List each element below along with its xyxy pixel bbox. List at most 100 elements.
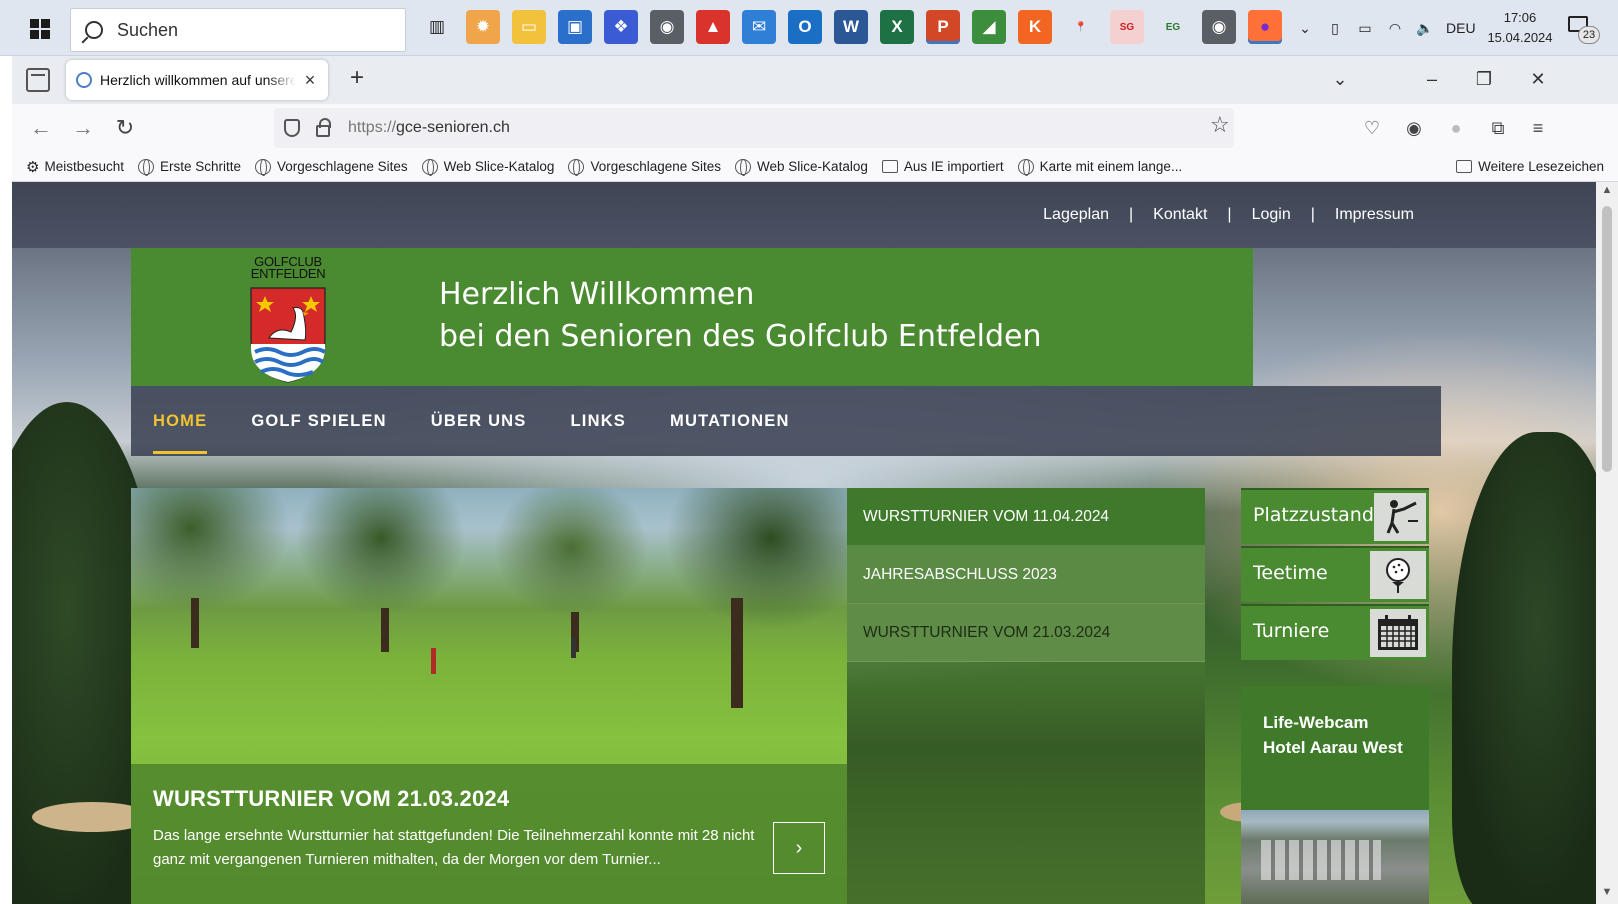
- bookmark-item[interactable]: ⚙ Meistbesucht: [26, 158, 124, 176]
- word-icon[interactable]: W: [834, 10, 868, 44]
- bookmark-label: Vorgeschlagene Sites: [277, 159, 408, 174]
- mail-icon[interactable]: ✉: [742, 10, 776, 44]
- scroll-down-icon[interactable]: ▼: [1600, 886, 1614, 898]
- tab-title: Herzlich willkommen auf unserer Webseite: [100, 72, 296, 88]
- k-app-icon[interactable]: K: [1018, 10, 1052, 44]
- reload-icon[interactable]: ↻: [110, 114, 140, 144]
- taskbar-search-placeholder: Suchen: [117, 19, 179, 40]
- folder-icon: [881, 160, 898, 173]
- webcam-title: Life-Webcam Hotel Aarau West: [1263, 713, 1403, 757]
- news-item[interactable]: WURSTTURNIER VOM 21.03.2024: [847, 604, 1205, 662]
- webcam-box[interactable]: Life-Webcam Hotel Aarau West: [1241, 686, 1429, 904]
- outlook-icon[interactable]: O: [788, 10, 822, 44]
- slider-next-button[interactable]: ›: [773, 822, 825, 874]
- bookmark-item[interactable]: Vorgeschlagene Sites: [568, 158, 721, 176]
- webcam-image[interactable]: [1241, 810, 1429, 904]
- camera-app-icon[interactable]: ◉: [650, 10, 684, 44]
- quick-link-turniere[interactable]: Turniere: [1241, 604, 1429, 660]
- speaker-icon[interactable]: 🔈: [1416, 20, 1434, 36]
- bookmark-item[interactable]: Aus IE importiert: [881, 159, 1004, 174]
- back-arrow-icon[interactable]: ←: [26, 114, 56, 144]
- triangle-app-icon[interactable]: ▲: [696, 10, 730, 44]
- bookmark-star-icon[interactable]: ☆: [1210, 112, 1230, 138]
- wifi-icon[interactable]: ◠: [1386, 20, 1404, 36]
- language-indicator[interactable]: DEU: [1446, 20, 1476, 36]
- top-links: Lageplan | Kontakt | Login | Impressum: [1043, 206, 1414, 224]
- google-maps-icon[interactable]: 📍: [1064, 10, 1098, 44]
- extensions-icon[interactable]: ⧉: [1486, 116, 1510, 140]
- lock-icon[interactable]: [316, 118, 331, 137]
- top-link-kontakt[interactable]: Kontakt: [1153, 206, 1207, 224]
- menu-icon[interactable]: ≡: [1526, 116, 1550, 140]
- nav-ueber-uns[interactable]: ÜBER UNS: [431, 386, 527, 456]
- site-header-banner: GOLFCLUB ENTFELDEN Herzlich Willkommen b…: [131, 248, 1253, 386]
- news-item[interactable]: WURSTTURNIER VOM 11.04.2024: [847, 488, 1205, 546]
- start-button[interactable]: [20, 12, 60, 46]
- bookmark-item[interactable]: Web Slice-Katalog: [421, 158, 554, 176]
- taskbar-search[interactable]: Suchen: [70, 8, 406, 52]
- top-link-lageplan[interactable]: Lageplan: [1043, 206, 1109, 224]
- other-bookmarks[interactable]: Weitere Lesezeichen: [1456, 159, 1604, 174]
- page-scrollbar[interactable]: ▲ ▼: [1596, 182, 1618, 904]
- bookmark-label: Erste Schritte: [160, 159, 242, 174]
- windows-logo-icon: [30, 19, 50, 39]
- scrollbar-thumb[interactable]: [1602, 206, 1612, 472]
- news-slider: WURSTTURNIER VOM 21.03.2024 Das lange er…: [131, 488, 847, 904]
- tab-overview-icon[interactable]: [26, 68, 50, 92]
- address-bar[interactable]: https://gce-senioren.ch: [274, 108, 1234, 148]
- extension-circle-icon[interactable]: ●: [1444, 116, 1468, 140]
- slider-title[interactable]: WURSTTURNIER VOM 21.03.2024: [153, 786, 509, 812]
- close-tab-icon[interactable]: ×: [302, 70, 318, 91]
- clock-date: 15.04.2024: [1487, 30, 1553, 45]
- bookmark-item[interactable]: Karte mit einem lange...: [1017, 158, 1182, 176]
- file-explorer-icon[interactable]: ▭: [512, 10, 546, 44]
- bookmark-label: Meistbesucht: [44, 159, 124, 174]
- list-all-tabs-icon[interactable]: ⌄: [1320, 64, 1360, 94]
- device-icon[interactable]: ▯: [1326, 20, 1344, 36]
- bookmark-item[interactable]: Web Slice-Katalog: [735, 158, 868, 176]
- bookmarks-toolbar: ⚙ Meistbesucht Erste Schritte Vorgeschlagen…: [12, 152, 1618, 182]
- photos-icon[interactable]: ✹: [466, 10, 500, 44]
- taskbar-clock[interactable]: 17:06 15.04.2024: [1478, 8, 1562, 48]
- tracking-shield-icon[interactable]: [284, 119, 300, 137]
- notification-center-button[interactable]: 23: [1568, 16, 1600, 44]
- camera-app-2-icon[interactable]: ◉: [1202, 10, 1236, 44]
- close-window-button[interactable]: ✕: [1518, 64, 1558, 94]
- quick-link-platzzustand[interactable]: Platzzustand: [1241, 488, 1429, 544]
- new-tab-button[interactable]: +: [342, 64, 372, 94]
- background-tree-right: [1452, 432, 1596, 904]
- nav-golf-spielen[interactable]: GOLF SPIELEN: [251, 386, 386, 456]
- globe-icon: [735, 158, 752, 176]
- powerpoint-icon[interactable]: P: [926, 10, 960, 44]
- golfclub-logo[interactable]: GOLFCLUB ENTFELDEN: [247, 255, 329, 384]
- store-icon[interactable]: ▣: [558, 10, 592, 44]
- dropbox-icon[interactable]: ❖: [604, 10, 638, 44]
- nav-links[interactable]: LINKS: [571, 386, 627, 456]
- news-item[interactable]: JAHRESABSCHLUSS 2023: [847, 546, 1205, 604]
- task-view-icon[interactable]: ▥: [420, 10, 454, 44]
- bookmark-item[interactable]: Erste Schritte: [138, 158, 242, 176]
- firefox-icon[interactable]: ●: [1248, 10, 1282, 44]
- scroll-up-icon[interactable]: ▲: [1600, 184, 1614, 196]
- nav-home[interactable]: HOME: [153, 386, 208, 456]
- chevron-up-icon[interactable]: ⌄: [1296, 20, 1314, 36]
- top-link-login[interactable]: Login: [1252, 206, 1291, 224]
- restore-button[interactable]: ❐: [1464, 64, 1504, 94]
- minimize-button[interactable]: –: [1412, 64, 1452, 94]
- browser-tab-active[interactable]: Herzlich willkommen auf unserer Webseite…: [66, 60, 328, 100]
- golf-ball-tee-icon: [1370, 551, 1426, 599]
- top-link-impressum[interactable]: Impressum: [1335, 206, 1414, 224]
- nav-mutationen[interactable]: MUTATIONEN: [670, 386, 790, 456]
- enni-golf-icon[interactable]: EG: [1156, 10, 1190, 44]
- globe-icon: [255, 158, 272, 176]
- account-icon[interactable]: ◉: [1402, 116, 1426, 140]
- pocket-icon[interactable]: ♡: [1360, 116, 1384, 140]
- forward-arrow-icon[interactable]: →: [68, 114, 98, 144]
- folder-icon: [1456, 160, 1473, 173]
- bookmark-item[interactable]: Vorgeschlagene Sites: [255, 158, 408, 176]
- quick-link-teetime[interactable]: Teetime: [1241, 546, 1429, 602]
- excel-icon[interactable]: X: [880, 10, 914, 44]
- maps-app-icon[interactable]: ◢: [972, 10, 1006, 44]
- battery-icon[interactable]: ▭: [1356, 20, 1374, 36]
- swiss-golf-icon[interactable]: SG: [1110, 10, 1144, 44]
